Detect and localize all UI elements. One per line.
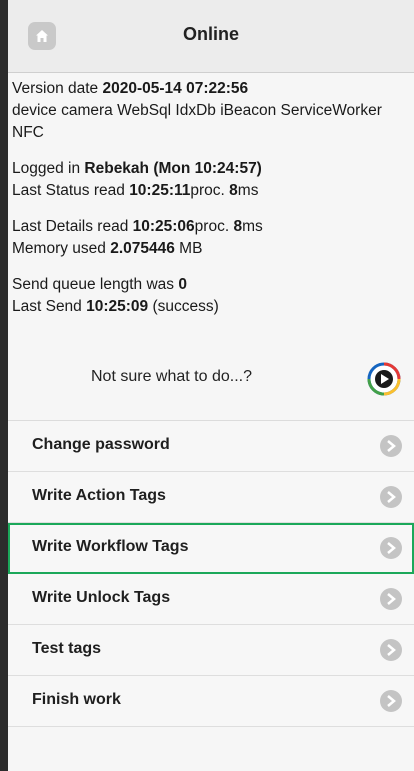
logged-in-user: Rebekah (Mon 10:24:57) xyxy=(84,160,262,177)
status-info: Version date 2020-05-14 07:22:56 device … xyxy=(12,78,408,332)
chevron-right-icon xyxy=(380,435,402,457)
last-send-label: Last Send xyxy=(12,298,87,315)
chevron-right-icon xyxy=(380,588,402,610)
logged-in-label: Logged in xyxy=(12,160,85,177)
menu-item-write-unlock-tags[interactable]: Write Unlock Tags xyxy=(8,574,414,625)
menu-item-change-password[interactable]: Change password xyxy=(8,421,414,472)
menu-item-write-workflow-tags[interactable]: Write Workflow Tags xyxy=(8,523,414,574)
menu-item-label: Write Workflow Tags xyxy=(32,538,189,555)
help-text[interactable]: Not sure what to do...? xyxy=(91,368,252,386)
details-proc-value: 8 xyxy=(233,218,243,235)
status-proc-unit: ms xyxy=(237,182,259,199)
header-bar: Online xyxy=(8,0,414,73)
details-proc-unit: ms xyxy=(242,218,263,235)
menu-list: Change password Write Action Tags Write … xyxy=(8,420,414,741)
capabilities-text: device camera WebSql IdxDb iBeacon Servi… xyxy=(12,102,382,141)
details-read-label: Last Details read xyxy=(12,218,133,235)
chevron-right-icon xyxy=(380,639,402,661)
menu-item-write-action-tags[interactable]: Write Action Tags xyxy=(8,472,414,523)
menu-item-label: Finish work xyxy=(32,691,121,708)
details-block: Last Details read 10:25:06proc. 8ms Memo… xyxy=(12,216,408,260)
menu-item-finish-work[interactable]: Finish work xyxy=(8,676,414,727)
status-read-time: 10:25:11 xyxy=(129,182,191,199)
menu-item-label: Write Unlock Tags xyxy=(32,589,171,606)
details-proc-label: proc. xyxy=(194,218,234,235)
send-block: Send queue length was 0 Last Send 10:25:… xyxy=(12,274,408,318)
menu-item-label: Change password xyxy=(32,436,170,453)
memory-unit: MB xyxy=(174,240,203,257)
memory-label: Memory used xyxy=(12,240,111,257)
login-block: Logged in Rebekah (Mon 10:24:57) Last St… xyxy=(12,158,408,202)
menu-item-test-tags[interactable]: Test tags xyxy=(8,625,414,676)
page-title: Online xyxy=(182,24,239,44)
version-date: 2020-05-14 07:22:56 xyxy=(102,80,249,97)
device-frame-edge xyxy=(0,0,8,771)
queue-label: Send queue length was xyxy=(12,276,179,293)
menu-item-label: Write Action Tags xyxy=(32,487,166,504)
chevron-right-icon xyxy=(380,486,402,508)
bottom-area xyxy=(8,740,414,771)
queue-value: 0 xyxy=(178,276,187,293)
help-row[interactable]: Not sure what to do...? xyxy=(12,362,408,398)
chevron-right-icon xyxy=(380,690,402,712)
last-send-time: 10:25:09 xyxy=(86,298,149,315)
version-block: Version date 2020-05-14 07:22:56 device … xyxy=(12,78,408,144)
memory-value: 2.075446 xyxy=(110,240,175,257)
play-help-icon[interactable] xyxy=(367,362,401,396)
chevron-right-icon xyxy=(380,537,402,559)
status-read-label: Last Status read xyxy=(12,182,130,199)
last-send-result: (success) xyxy=(148,298,219,315)
version-label: Version date xyxy=(12,80,103,97)
menu-item-label: Test tags xyxy=(32,640,102,657)
status-proc-value: 8 xyxy=(229,182,238,199)
details-read-time: 10:25:06 xyxy=(132,218,195,235)
status-proc-label: proc. xyxy=(190,182,230,199)
